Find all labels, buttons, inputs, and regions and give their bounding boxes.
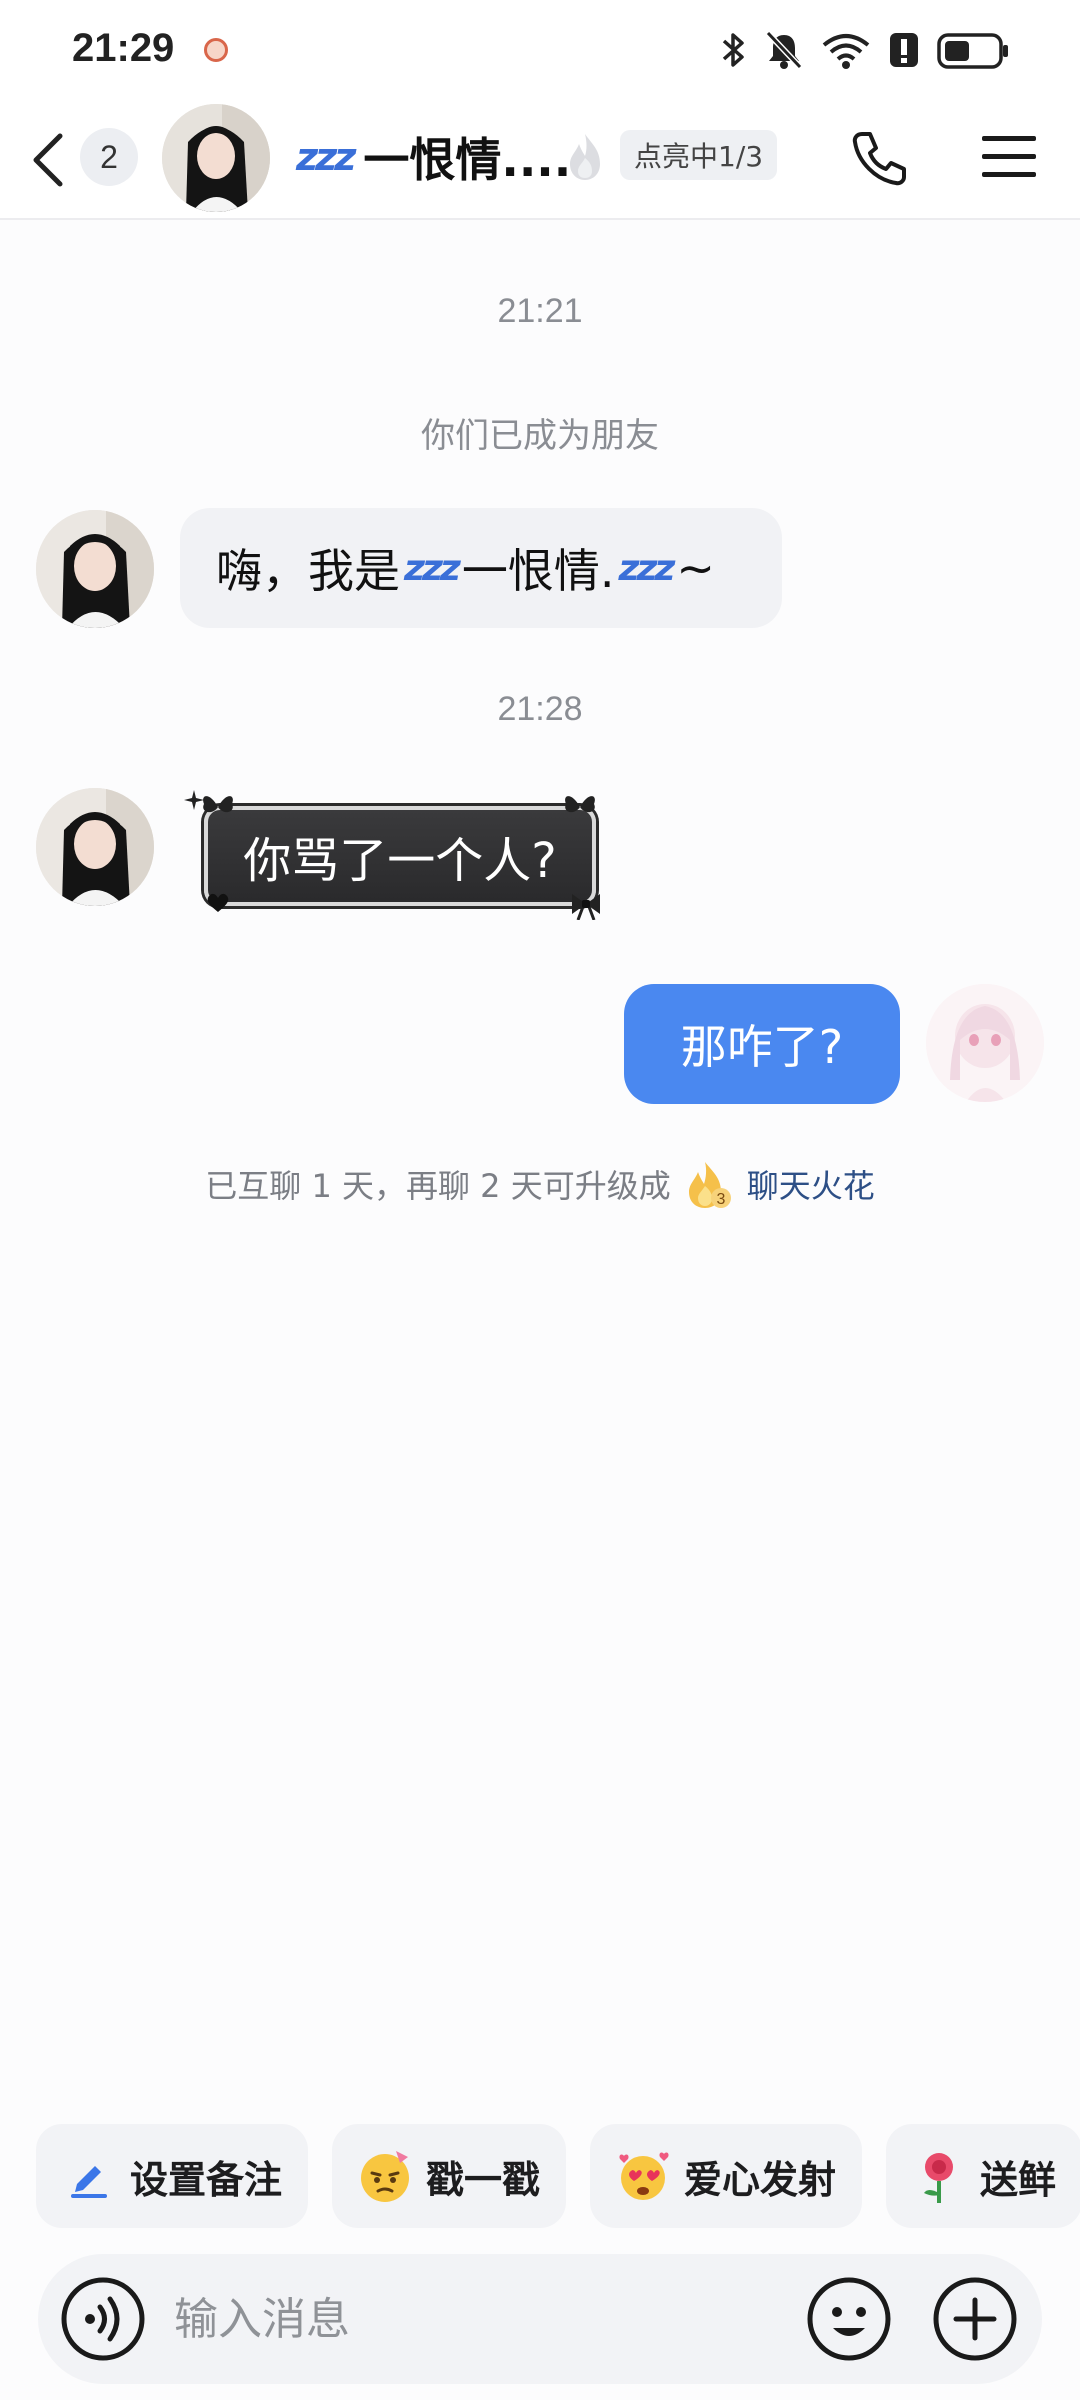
zzz-sleep-icon: zzz (618, 547, 675, 589)
wifi-icon (822, 34, 870, 69)
zzz-sleep-icon: zzz (296, 135, 356, 179)
chip-label: 戳一戳 (426, 2157, 541, 2202)
bluetooth-icon (722, 33, 744, 67)
message-text: 那咋了? (680, 1020, 844, 1074)
message-bubble-outgoing[interactable]: 那咋了? (624, 984, 900, 1104)
chip-label: 设置备注 (130, 2157, 283, 2202)
message-input[interactable] (174, 2284, 694, 2354)
spark-status-badge[interactable]: 点亮中1/3 (620, 130, 778, 180)
spark-flame-icon: 3 (688, 1162, 731, 1208)
contact-avatar-small[interactable] (36, 510, 154, 628)
status-icons (718, 26, 1010, 74)
send-flower-button[interactable]: 送鲜 (886, 2124, 1080, 2228)
voice-call-button[interactable] (848, 126, 912, 190)
bell-muted-icon (765, 30, 803, 70)
alert-icon (890, 33, 918, 67)
heart-launch-button[interactable]: 爱心发射 (590, 2124, 863, 2228)
back-button[interactable] (24, 128, 72, 192)
my-avatar[interactable] (926, 984, 1044, 1102)
flame-icon[interactable] (564, 130, 606, 184)
back-arrow-icon (33, 133, 63, 187)
message-input-bar (38, 2254, 1042, 2384)
voice-icon (61, 2277, 145, 2361)
contact-name[interactable]: zzz 一恨情.... (296, 122, 571, 192)
butterfly-icon (203, 796, 233, 813)
spark-link[interactable]: 聊天火花 (747, 1161, 875, 1207)
chip-label: 爱心发射 (684, 2157, 837, 2202)
quick-actions-bar: 设置备注 戳一戳 爱心发射 送鲜 (36, 2124, 1080, 2228)
system-message: 你们已成为朋友 (421, 416, 659, 456)
menu-icon (982, 136, 1036, 177)
bow-icon (572, 894, 600, 920)
rose-icon (910, 2147, 968, 2205)
set-remark-button[interactable]: 设置备注 (36, 2124, 309, 2228)
unread-count-badge[interactable]: 2 (80, 128, 138, 186)
spark-level-number: 3 (716, 1191, 725, 1208)
contact-avatar-small[interactable] (36, 788, 154, 906)
emoji-icon (807, 2277, 891, 2361)
chip-label: 送鲜 (980, 2157, 1057, 2202)
phone-icon (852, 132, 906, 186)
message-bubble-incoming[interactable]: 嗨，我是 zzz 一恨情. zzz ~ (180, 508, 782, 628)
message-text: 嗨，我是 (216, 544, 400, 598)
menu-button[interactable] (980, 130, 1038, 184)
more-actions-button[interactable] (932, 2276, 1018, 2362)
status-bar: 21:29 (0, 0, 1080, 100)
zzz-sleep-icon: zzz (404, 547, 461, 589)
chat-header: 2 zzz 一恨情.... 点亮中1/3 (0, 100, 1080, 220)
chat-spark-progress: 已互聊 1 天，再聊 2 天可升级成 3 聊天火花 (0, 1154, 1080, 1214)
butterfly-icon (565, 796, 595, 813)
voice-input-button[interactable] (60, 2276, 146, 2362)
plus-icon (933, 2277, 1017, 2361)
spark-progress-text: 已互聊 1 天，再聊 2 天可升级成 (205, 1167, 671, 1205)
notification-app-icon (204, 38, 228, 62)
poke-button[interactable]: 戳一戳 (332, 2124, 567, 2228)
emoji-button[interactable] (806, 2276, 892, 2362)
heart-icon (207, 893, 229, 912)
timestamp: 21:21 (497, 292, 583, 330)
sparkle-icon (184, 790, 204, 810)
contact-name-text: 一恨情.... (363, 133, 572, 187)
battery-icon (937, 33, 1008, 69)
decorated-message-bubble[interactable]: 你骂了一个人? (184, 790, 624, 930)
pencil-icon (60, 2147, 118, 2205)
message-name-text: 一恨情. (461, 544, 615, 598)
message-suffix: ~ (676, 541, 715, 595)
timestamp: 21:28 (497, 690, 583, 728)
status-time: 21:29 (72, 26, 175, 70)
contact-avatar[interactable] (162, 104, 270, 212)
message-text: 你骂了一个人? (204, 806, 596, 906)
heart-eyes-emoji-icon (614, 2147, 672, 2205)
poke-emoji-icon (356, 2147, 414, 2205)
